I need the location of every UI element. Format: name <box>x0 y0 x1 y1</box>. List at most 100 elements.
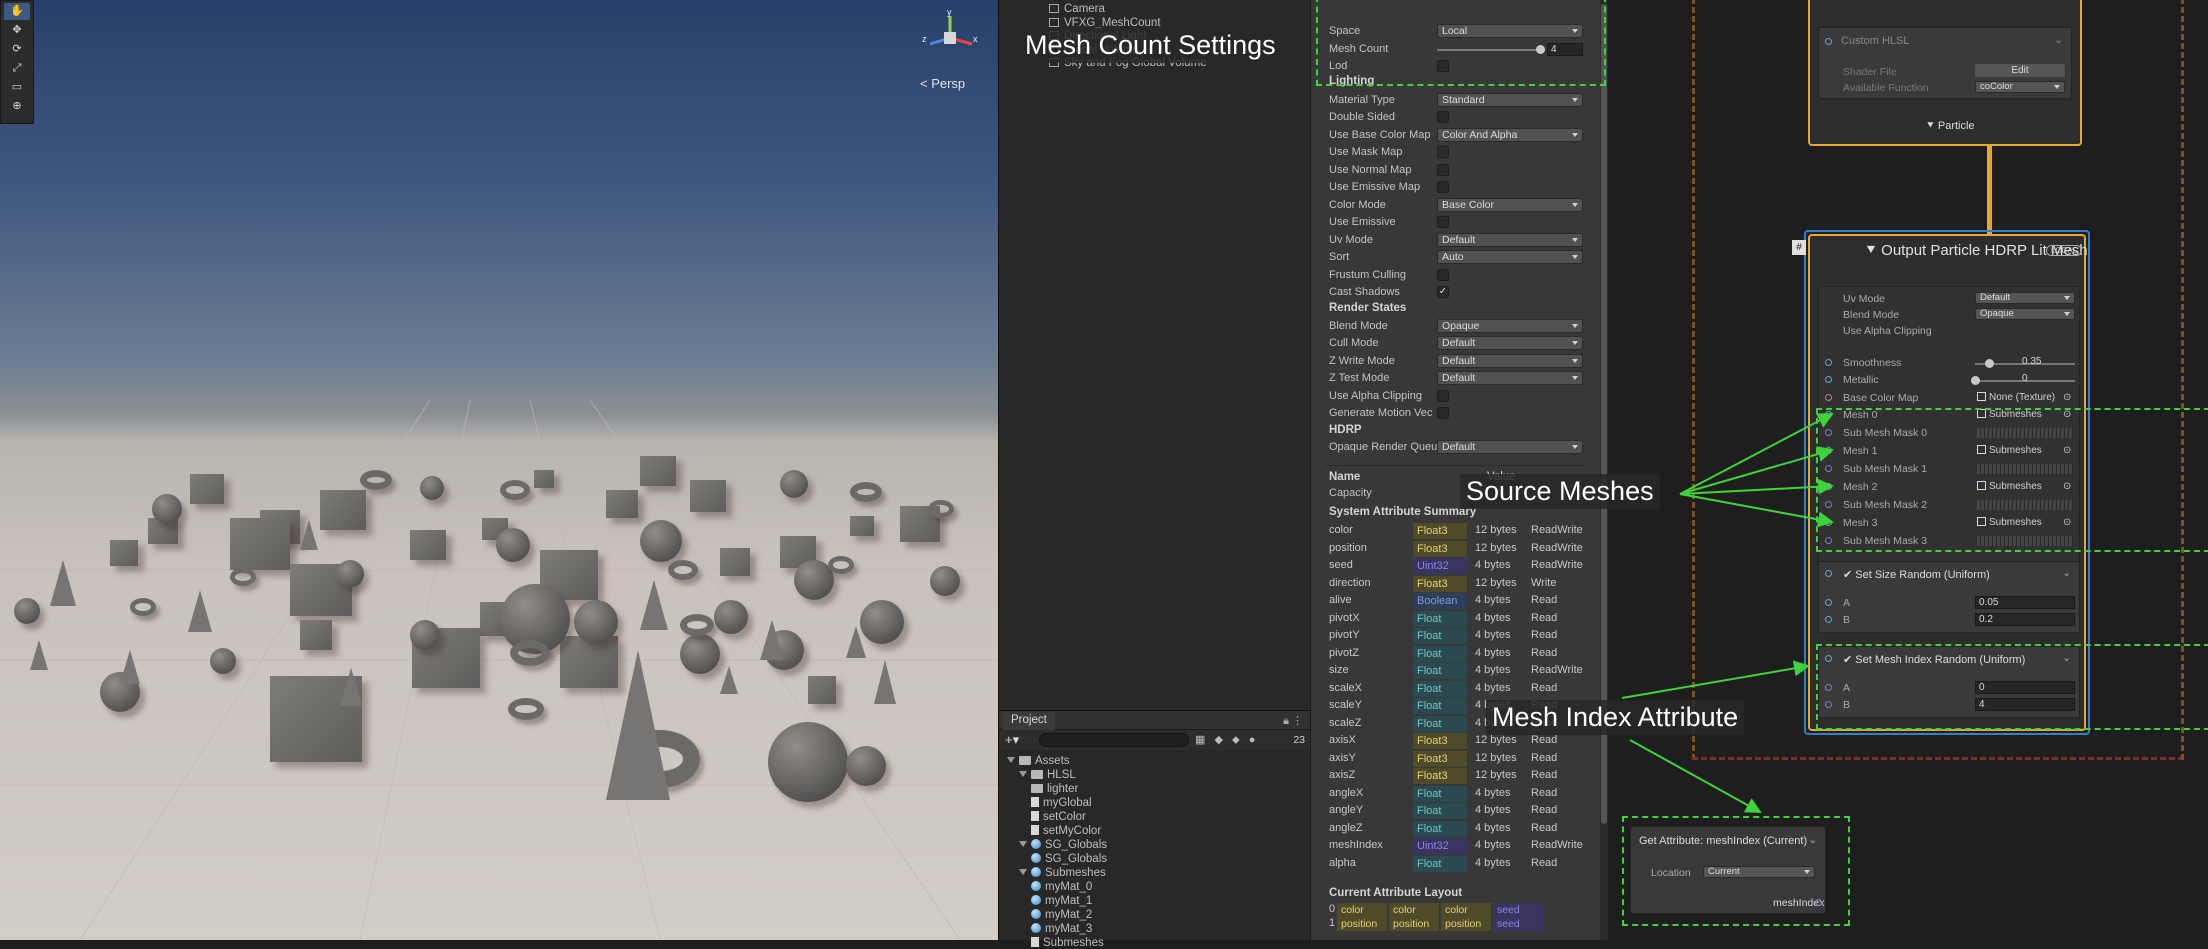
local-badge[interactable]: LOCAL <box>2046 245 2083 256</box>
custom-hlsl-port[interactable] <box>1825 38 1832 45</box>
scene-cube <box>808 676 836 704</box>
attribute-access: Read <box>1531 681 1558 694</box>
project-item[interactable]: lighter <box>1031 783 1078 795</box>
rect-tool-icon[interactable]: ▭ <box>4 79 30 96</box>
uv-mode-dropdown[interactable]: Default <box>1975 292 2075 304</box>
available-function-label: Available Function <box>1843 82 1929 94</box>
set-size-block[interactable]: ✔ Set Size Random (Uniform) ⌄ A 0.05 B 0… <box>1818 561 2080 633</box>
size-b-port[interactable] <box>1825 616 1832 623</box>
inspector-row: Use Emissive Map <box>1329 180 1583 196</box>
orientation-gizmo[interactable]: y x z <box>920 8 980 68</box>
layout-row-index: 0 <box>1329 903 1336 915</box>
inspector-checkbox[interactable] <box>1437 181 1449 193</box>
layout-cell: seed <box>1493 903 1543 917</box>
rotate-tool-icon[interactable]: ⟳ <box>4 41 30 58</box>
inspector-checkbox[interactable] <box>1437 146 1449 158</box>
attribute-name: alive <box>1329 594 1352 606</box>
base-color-map-field[interactable]: None (Texture) <box>1977 392 2055 404</box>
attribute-access: ReadWrite <box>1531 524 1583 536</box>
shader-edit-button[interactable]: Edit <box>1975 64 2065 77</box>
blend-mode-dropdown[interactable]: Opaque <box>1975 308 2075 320</box>
inspector-dropdown[interactable]: Opaque <box>1437 318 1583 333</box>
inspector-row: Color Mode Base Color <box>1329 197 1583 214</box>
move-tool-icon[interactable]: ✥ <box>4 22 30 39</box>
inspector-dropdown[interactable]: Base Color <box>1437 197 1583 212</box>
set-size-port[interactable] <box>1825 570 1832 577</box>
inspector-dropdown[interactable]: Auto <box>1437 250 1583 264</box>
scene-sphere <box>152 494 182 524</box>
custom-hlsl-block[interactable]: Custom HLSL ⌄ Shader File Edit Available… <box>1818 27 2072 99</box>
expand-arrow-icon[interactable] <box>1019 869 1027 875</box>
project-item[interactable]: SG_Globals <box>1019 839 1107 851</box>
inspector-checkbox[interactable] <box>1437 216 1449 228</box>
inspector-checkbox[interactable] <box>1437 268 1449 281</box>
inspector-checkbox[interactable] <box>1437 163 1449 176</box>
expand-arrow-icon[interactable] <box>1019 841 1027 847</box>
inspector-checkbox[interactable] <box>1437 407 1449 419</box>
project-tab[interactable]: Project <box>1003 712 1055 730</box>
expand-arrow-icon[interactable] <box>1019 771 1027 777</box>
inspector-dropdown[interactable]: Color And Alpha <box>1437 127 1583 142</box>
smoothness-value[interactable]: 0.35 <box>2019 356 2075 369</box>
inspector-checkbox[interactable] <box>1437 111 1449 123</box>
project-item[interactable]: myMat_1 <box>1031 895 1092 907</box>
attribute-size: 12 bytes <box>1475 769 1517 781</box>
inspector-dropdown[interactable]: Default <box>1437 439 1583 454</box>
scene-sphere <box>860 600 904 644</box>
inspector-dropdown[interactable]: Standard <box>1437 92 1583 107</box>
size-b-input[interactable]: 0.2 <box>1975 613 2075 626</box>
attribute-row: pivotY Float 4 bytes Read <box>1329 628 1599 645</box>
project-item[interactable]: Submeshes <box>1019 867 1106 879</box>
project-item-label: SG_Globals <box>1045 839 1108 851</box>
metallic-value[interactable]: 0 <box>2019 373 2075 386</box>
transform-tool-icon[interactable]: ⊕ <box>4 98 30 115</box>
project-item[interactable]: Assets <box>1007 755 1070 767</box>
scene-sphere <box>410 620 440 650</box>
system-attribute-header: System Attribute Summary <box>1329 506 1477 518</box>
project-item[interactable]: setColor <box>1031 811 1086 823</box>
inspector-checkbox[interactable] <box>1437 389 1449 402</box>
inspector-checkbox[interactable]: ✓ <box>1437 286 1449 298</box>
material-icon <box>1031 867 1041 877</box>
chevron-down-icon[interactable]: ⌄ <box>2054 34 2063 46</box>
inspector-dropdown[interactable]: Default <box>1437 353 1583 368</box>
project-item[interactable]: Submeshes <box>1031 937 1104 949</box>
attribute-type: Uint32 <box>1413 838 1467 854</box>
inspector-dropdown[interactable]: Default <box>1437 336 1583 350</box>
project-item[interactable]: myMat_0 <box>1031 881 1092 893</box>
scene-sphere <box>574 600 618 644</box>
object-picker-icon[interactable]: ⊙ <box>2063 392 2071 403</box>
project-item-label: lighter <box>1047 783 1079 795</box>
create-plus-icon[interactable]: +▾ <box>1005 732 1019 748</box>
project-search-input[interactable] <box>1039 733 1189 747</box>
lock-icon[interactable]: 🔒︎ ⋮ <box>1283 714 1303 728</box>
size-a-port[interactable] <box>1825 599 1832 606</box>
base-color-map-port[interactable] <box>1825 394 1832 401</box>
metallic-slider-knob[interactable] <box>1971 376 1980 385</box>
project-item[interactable]: myMat_2 <box>1031 909 1092 921</box>
project-item[interactable]: SG_Globals <box>1031 853 1107 865</box>
inspector-dropdown[interactable]: Default <box>1437 232 1583 247</box>
inspector-dropdown[interactable]: Default <box>1437 371 1583 385</box>
project-item[interactable]: myGlobal <box>1031 797 1092 809</box>
hierarchy-item[interactable]: VFXG_MeshCount <box>1049 17 1161 29</box>
smoothness-port[interactable] <box>1825 359 1832 366</box>
expand-arrow-icon[interactable] <box>1007 757 1015 763</box>
project-item[interactable]: setMyColor <box>1031 825 1101 837</box>
size-a-input[interactable]: 0.05 <box>1975 596 2075 609</box>
perspective-toggle[interactable]: < Persp <box>920 76 965 91</box>
metallic-port[interactable] <box>1825 376 1832 383</box>
inspector-row-label: Material Type <box>1329 93 1395 106</box>
update-context[interactable]: Custom HLSL ⌄ Shader File Edit Available… <box>1808 0 2082 146</box>
smoothness-slider-knob[interactable] <box>1985 359 1994 368</box>
scale-tool-icon[interactable]: ⤢ <box>4 60 30 77</box>
hand-tool-icon[interactable]: ✋ <box>4 3 30 20</box>
attribute-size: 4 bytes <box>1475 646 1511 659</box>
project-item[interactable]: myMat_3 <box>1031 923 1092 935</box>
hierarchy-item[interactable]: Camera <box>1049 3 1105 15</box>
available-function-dropdown[interactable]: coColor <box>1975 81 2065 93</box>
project-item[interactable]: HLSL <box>1019 769 1076 781</box>
filter-icons[interactable]: ▦ ◆ ⬥ ● <box>1195 733 1258 747</box>
scene-view[interactable]: ✋ ✥ ⟳ ⤢ ▭ ⊕ y x z < Persp <box>0 0 998 940</box>
chevron-down-icon[interactable]: ⌄ <box>2062 567 2071 579</box>
